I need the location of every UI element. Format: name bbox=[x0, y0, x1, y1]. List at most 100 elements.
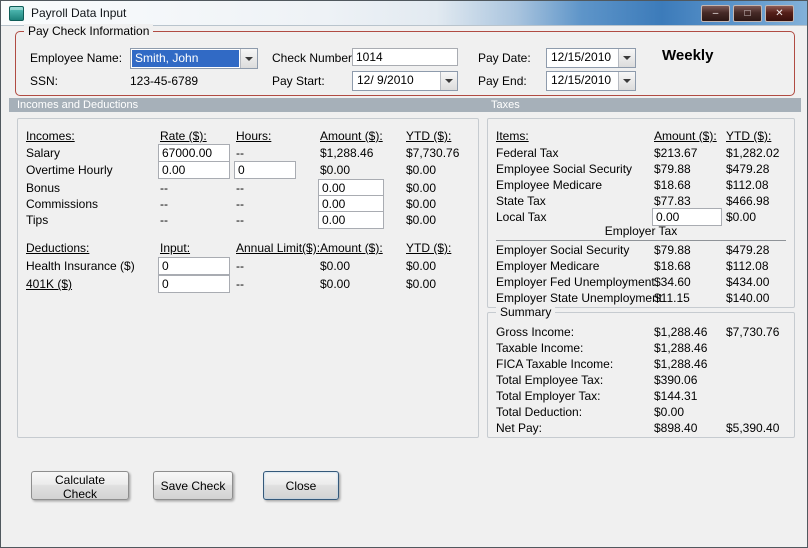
row-ytd: $479.28 bbox=[726, 243, 770, 257]
summary-group-label: Summary bbox=[496, 305, 556, 319]
calculate-check-button[interactable]: Calculate Check bbox=[31, 471, 129, 501]
row-ytd: $7,730.76 bbox=[726, 325, 780, 339]
row-ytd: $1,282.02 bbox=[726, 146, 780, 160]
window-title: Payroll Data Input bbox=[31, 6, 127, 20]
save-check-button[interactable]: Save Check bbox=[153, 471, 233, 500]
income-row-salary: Salary -- $1,288.46 $7,730.76 bbox=[26, 144, 474, 162]
app-window: Payroll Data Input – □ ✕ Pay Check Infor… bbox=[0, 0, 808, 548]
amount-col-header: Amount ($): bbox=[654, 129, 717, 143]
row-ytd: $0.00 bbox=[406, 163, 437, 177]
pay-end-value: 12/15/2010 bbox=[551, 73, 612, 87]
row-ytd: $7,730.76 bbox=[406, 146, 460, 160]
row-amount: $898.40 bbox=[654, 421, 698, 435]
deduction-row-401k: 401K ($) -- $0.00 $0.00 bbox=[26, 275, 474, 293]
taxes-header-row: Items: Amount ($): YTD ($): bbox=[496, 129, 790, 144]
row-label: Salary bbox=[26, 146, 61, 160]
employer-tax-subheader: Employer Tax bbox=[496, 225, 786, 241]
tips-amount-input[interactable] bbox=[318, 211, 384, 229]
401k-input[interactable] bbox=[158, 275, 230, 293]
row-hours: -- bbox=[236, 213, 244, 227]
tax-row-local: Local Tax $0.00 bbox=[496, 208, 790, 226]
row-label: Local Tax bbox=[496, 210, 547, 224]
summary-row-gross-income: Gross Income: $1,288.46 $7,730.76 bbox=[496, 325, 790, 340]
close-window-button[interactable]: ✕ bbox=[765, 5, 794, 22]
income-row-commissions: Commissions -- -- $0.00 bbox=[26, 195, 474, 213]
summary-row-taxable-income: Taxable Income: $1,288.46 bbox=[496, 341, 790, 356]
ytd-col-header: YTD ($): bbox=[406, 129, 452, 143]
amount-col-header: Amount ($): bbox=[320, 129, 383, 143]
row-ytd: $112.08 bbox=[726, 259, 769, 273]
row-ytd: $434.00 bbox=[726, 275, 770, 289]
row-label: Employer Fed Unemployment bbox=[496, 275, 655, 289]
health-insurance-input[interactable] bbox=[158, 257, 230, 275]
ytd-col-header: YTD ($): bbox=[406, 241, 452, 255]
tax-row-employee-medicare: Employee Medicare $18.68 $112.08 bbox=[496, 178, 790, 193]
row-amount: $1,288.46 bbox=[654, 325, 708, 339]
employee-name-label: Employee Name: bbox=[30, 51, 123, 65]
annual-limit-col-header: Annual Limit($): bbox=[236, 241, 321, 255]
taxes-section-header: Taxes bbox=[491, 99, 520, 111]
summary-row-total-employer-tax: Total Employer Tax: $144.31 bbox=[496, 389, 790, 404]
row-amount: $1,288.46 bbox=[654, 357, 708, 371]
row-amount: $79.88 bbox=[654, 162, 691, 176]
row-label: Employee Social Security bbox=[496, 162, 633, 176]
pay-frequency-label: Weekly bbox=[662, 47, 714, 64]
employee-name-combobox[interactable]: Smith, John bbox=[130, 48, 258, 69]
pay-date-picker[interactable]: 12/15/2010 bbox=[546, 48, 636, 68]
row-label: Overtime Hourly bbox=[26, 163, 113, 177]
row-ytd: $0.00 bbox=[726, 210, 757, 224]
section-header-band: Incomes and Deductions Taxes bbox=[9, 98, 801, 112]
row-label: Total Employee Tax: bbox=[496, 373, 604, 387]
chevron-down-icon[interactable] bbox=[618, 72, 635, 90]
row-label: Gross Income: bbox=[496, 325, 575, 339]
row-amount: $34.60 bbox=[654, 275, 691, 289]
pay-date-value: 12/15/2010 bbox=[551, 50, 612, 64]
chevron-down-icon[interactable] bbox=[618, 49, 635, 67]
check-number-label: Check Number: bbox=[272, 51, 356, 65]
ytd-col-header: YTD ($): bbox=[726, 129, 772, 143]
pay-start-picker[interactable]: 12/ 9/2010 bbox=[352, 71, 458, 91]
income-row-tips: Tips -- -- $0.00 bbox=[26, 211, 474, 229]
salary-rate-input[interactable] bbox=[158, 144, 230, 162]
overtime-rate-input[interactable] bbox=[158, 161, 230, 179]
row-amount: $77.83 bbox=[654, 194, 691, 208]
items-col-header: Items: bbox=[496, 129, 529, 143]
minimize-button[interactable]: – bbox=[701, 5, 730, 22]
row-amount: $0.00 bbox=[320, 163, 351, 177]
tax-row-employer-medicare: Employer Medicare $18.68 $112.08 bbox=[496, 259, 790, 274]
pay-end-picker[interactable]: 12/15/2010 bbox=[546, 71, 636, 91]
pay-date-label: Pay Date: bbox=[478, 51, 531, 65]
income-row-bonus: Bonus -- -- $0.00 bbox=[26, 179, 474, 197]
row-ytd: $479.28 bbox=[726, 162, 770, 176]
deduction-row-health-insurance: Health Insurance ($) -- $0.00 $0.00 bbox=[26, 257, 474, 275]
income-row-overtime: Overtime Hourly $0.00 $0.00 bbox=[26, 161, 474, 179]
amount-col-header: Amount ($): bbox=[320, 241, 383, 255]
chevron-down-icon[interactable] bbox=[440, 72, 457, 90]
row-ytd: $5,390.40 bbox=[726, 421, 780, 435]
row-ytd: $0.00 bbox=[406, 277, 437, 291]
window-controls: – □ ✕ bbox=[701, 5, 794, 22]
tax-row-employee-social-security: Employee Social Security $79.88 $479.28 bbox=[496, 162, 790, 177]
pay-start-value: 12/ 9/2010 bbox=[357, 73, 414, 87]
check-number-input[interactable] bbox=[352, 48, 458, 66]
paycheck-info-group-label: Pay Check Information bbox=[24, 24, 154, 38]
chevron-down-icon[interactable] bbox=[240, 49, 257, 68]
maximize-button[interactable]: □ bbox=[733, 5, 762, 22]
row-label: 401K ($) bbox=[26, 277, 73, 291]
paycheck-info-group: Pay Check Information Employee Name: Smi… bbox=[15, 24, 795, 96]
row-label: State Tax bbox=[496, 194, 546, 208]
row-amount: $390.06 bbox=[654, 373, 698, 387]
close-button[interactable]: Close bbox=[263, 471, 339, 500]
row-annual-limit: -- bbox=[236, 259, 244, 273]
row-amount: $18.68 bbox=[654, 259, 691, 273]
deductions-header-row: Deductions: Input: Annual Limit($): Amou… bbox=[26, 241, 474, 256]
row-label: Total Deduction: bbox=[496, 405, 583, 419]
row-label: Taxable Income: bbox=[496, 341, 584, 355]
overtime-hours-input[interactable] bbox=[234, 161, 296, 179]
row-rate: -- bbox=[160, 197, 168, 211]
row-label: Net Pay: bbox=[496, 421, 543, 435]
taxes-panel: Items: Amount ($): YTD ($): Federal Tax … bbox=[487, 118, 795, 308]
pay-end-label: Pay End: bbox=[478, 74, 527, 88]
row-amount: $0.00 bbox=[654, 405, 685, 419]
row-amount: $18.68 bbox=[654, 178, 691, 192]
